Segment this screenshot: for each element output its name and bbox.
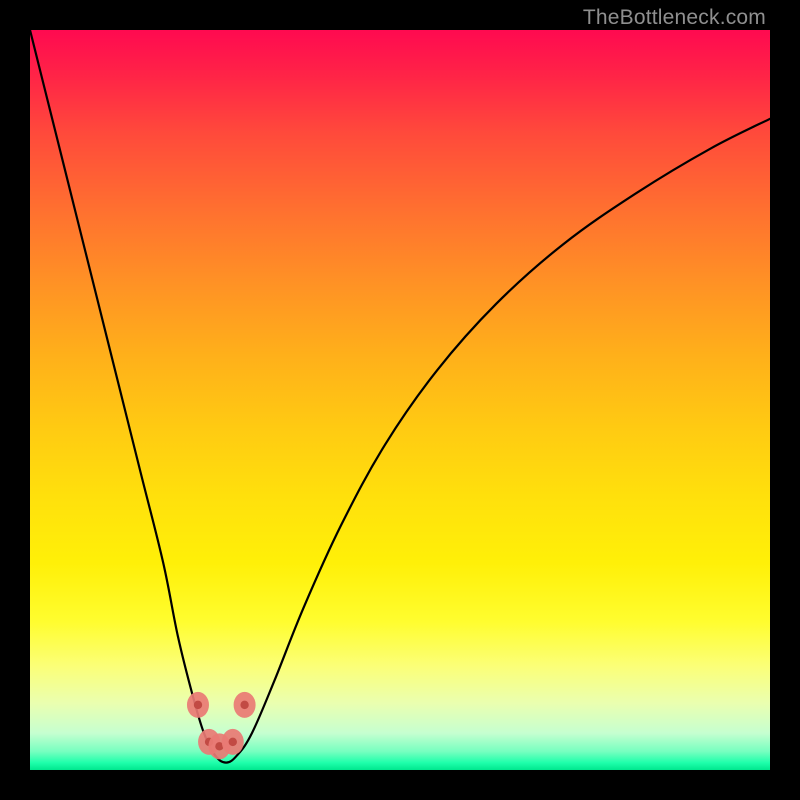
chart-marker xyxy=(234,692,256,718)
chart-plot-area xyxy=(30,30,770,770)
chart-marker xyxy=(222,729,244,755)
chart-svg xyxy=(30,30,770,770)
watermark-text: TheBottleneck.com xyxy=(583,6,766,30)
chart-markers xyxy=(187,692,256,759)
chart-marker xyxy=(187,692,209,718)
bottleneck-curve xyxy=(30,30,770,763)
